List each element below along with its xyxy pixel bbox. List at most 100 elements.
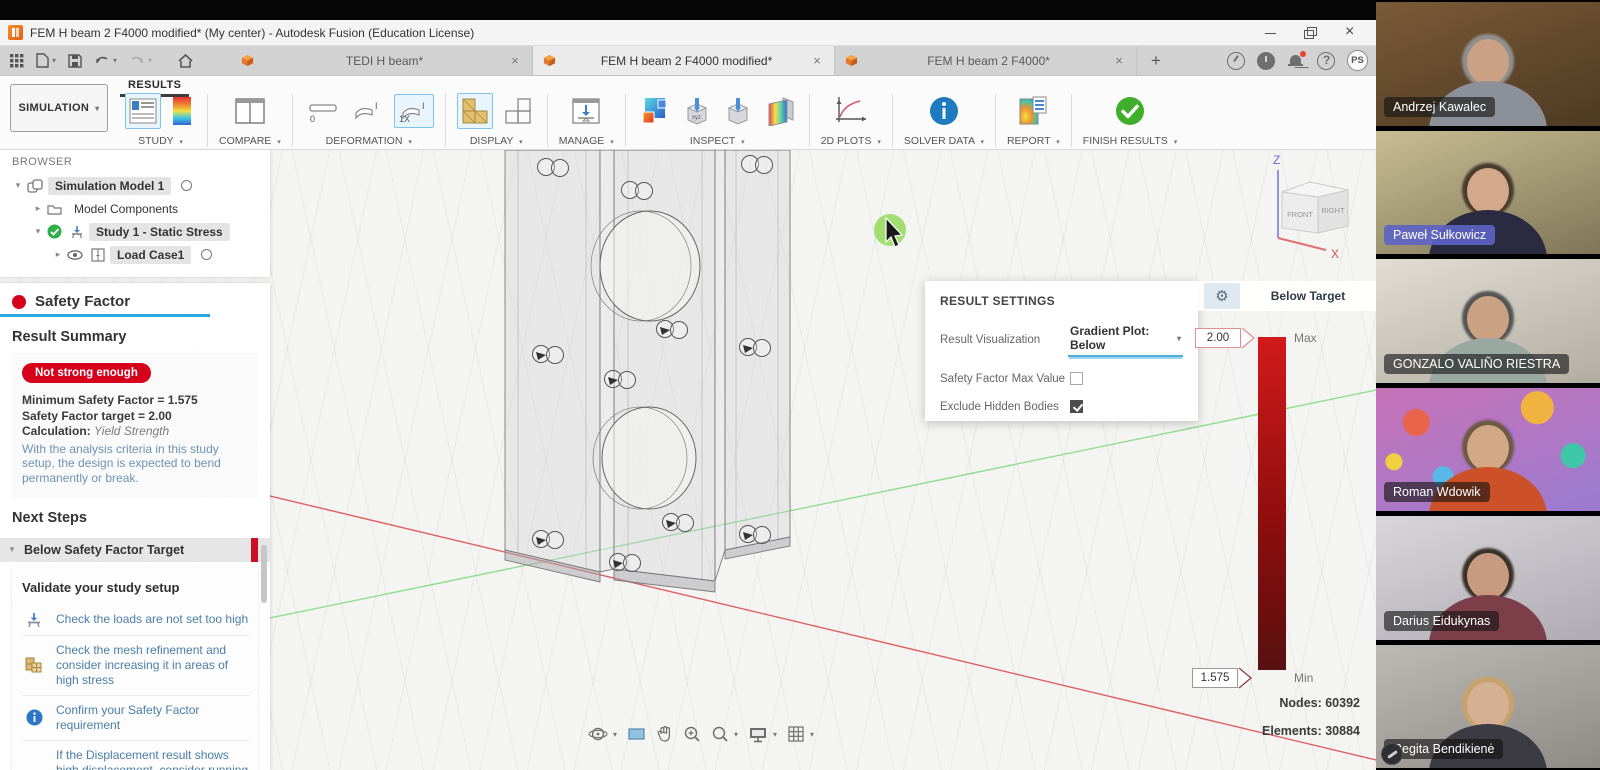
job-status-icon[interactable]	[1227, 52, 1245, 70]
look-at-icon[interactable]	[625, 725, 648, 743]
participant-tile[interactable]: Darius Eidukynas	[1376, 516, 1600, 640]
legend-settings-gear-icon[interactable]	[1204, 283, 1240, 309]
manage-dropdown[interactable]: MANAGE	[559, 135, 614, 147]
suggestion-row[interactable]: Check the mesh refinement and consider i…	[22, 636, 250, 696]
radio-icon[interactable]	[201, 249, 212, 260]
suggestion-text[interactable]: If the Displacement result shows high di…	[56, 748, 250, 770]
save-icon[interactable]	[64, 52, 86, 70]
expand-icon[interactable]	[12, 180, 24, 191]
participant-tile[interactable]: Paweł Sułkowicz	[1376, 131, 1600, 255]
display-mesh-icon[interactable]	[457, 93, 493, 129]
participant-tile[interactable]: Andrzej Kawalec	[1376, 2, 1600, 126]
view-cube[interactable]: Z X FRONT RIGHT	[1273, 153, 1348, 261]
tab-close-icon[interactable]	[1112, 54, 1126, 68]
deformation-undeformed-icon[interactable]: 0	[304, 94, 342, 128]
expand-icon[interactable]	[32, 226, 44, 237]
inspect-legend-icon[interactable]	[637, 93, 673, 129]
tree-item-load-case[interactable]: Load Case1	[52, 243, 270, 266]
grid-icon[interactable]	[785, 724, 816, 744]
restore-button[interactable]	[1304, 27, 1318, 39]
study-report-icon[interactable]	[125, 93, 161, 129]
panel-scrollbar[interactable]	[261, 545, 267, 603]
svg-text:I: I	[375, 101, 378, 111]
tree-item-label: Model Components	[67, 200, 185, 218]
compare-icon[interactable]	[231, 93, 269, 129]
tab-tedi-h-beam[interactable]: TEDI H beam*	[231, 46, 533, 75]
legend-max-tag[interactable]: 2.00	[1195, 328, 1256, 348]
below-target-group-row[interactable]: Below Safety Factor Target	[0, 538, 270, 562]
fusion-window: FEM H beam 2 F4000 modified* (My center)…	[0, 0, 1376, 770]
pan-icon[interactable]	[654, 724, 675, 744]
tab-fem-h-beam[interactable]: FEM H beam 2 F4000*	[835, 46, 1137, 75]
notifications-icon[interactable]	[1287, 52, 1305, 70]
user-avatar[interactable]: PS	[1347, 50, 1368, 71]
tab-close-icon[interactable]	[810, 54, 824, 68]
status-badge: Not strong enough	[22, 363, 151, 383]
expand-icon[interactable]	[52, 249, 64, 260]
validate-card: Validate your study setup Check the load…	[12, 568, 258, 770]
display-settings-icon[interactable]	[746, 725, 779, 744]
result-visualization-dropdown[interactable]: Gradient Plot: Below	[1068, 323, 1183, 357]
navigation-toolbar	[586, 724, 816, 744]
radio-icon[interactable]	[181, 180, 192, 191]
participant-tile[interactable]: GONZALO VALIÑO RIESTRA	[1376, 259, 1600, 383]
zoom-app-icon[interactable]	[1381, 743, 1403, 765]
finish-results-icon[interactable]	[1111, 92, 1149, 130]
fit-icon[interactable]	[709, 724, 740, 744]
suggestion-text[interactable]: Confirm your Safety Factor requirement	[56, 703, 250, 733]
participant-tile[interactable]: Roman Wdowik	[1376, 388, 1600, 512]
tab-close-icon[interactable]	[508, 54, 522, 68]
app-grid-icon[interactable]	[6, 52, 28, 70]
inspect-probe-xyz-icon[interactable]: xyz	[680, 93, 714, 129]
display-quadrant-icon[interactable]	[500, 93, 536, 129]
deformation-actual-icon[interactable]: I	[349, 94, 387, 128]
legend-min-tag[interactable]: 1.575	[1192, 668, 1253, 688]
help-icon[interactable]	[1317, 52, 1335, 70]
suggestion-text[interactable]: Check the mesh refinement and consider i…	[56, 643, 250, 688]
inspect-dropdown[interactable]: INSPECT	[690, 135, 745, 147]
undo-icon[interactable]	[90, 52, 121, 69]
report-dropdown[interactable]: REPORT	[1007, 135, 1060, 147]
inspect-probe-icon[interactable]	[721, 93, 755, 129]
finish-results-dropdown[interactable]: FINISH RESULTS	[1083, 135, 1177, 147]
study-dropdown[interactable]: STUDY	[138, 135, 183, 147]
visibility-eye-icon[interactable]	[67, 250, 83, 260]
workspace-selector[interactable]: SIMULATION	[10, 84, 108, 132]
safety-factor-max-checkbox[interactable]	[1070, 372, 1083, 385]
solver-info-icon[interactable]	[925, 92, 963, 130]
compare-dropdown[interactable]: COMPARE	[219, 135, 281, 147]
tab-fem-h-beam-modified[interactable]: FEM H beam 2 F4000 modified*	[533, 46, 835, 75]
new-tab-button[interactable]	[1137, 46, 1175, 75]
minimize-button[interactable]	[1264, 27, 1278, 39]
history-icon[interactable]	[1257, 52, 1275, 70]
exclude-hidden-bodies-checkbox[interactable]	[1070, 400, 1083, 413]
suggestion-text[interactable]: Check the loads are not set too high	[56, 612, 248, 627]
report-icon[interactable]	[1014, 92, 1052, 130]
study-legend-icon[interactable]	[168, 93, 196, 129]
suggestion-row[interactable]: If the Displacement result shows high di…	[22, 741, 250, 770]
collapse-icon[interactable]	[6, 544, 18, 555]
expand-icon[interactable]	[32, 203, 44, 214]
file-menu-icon[interactable]	[32, 51, 60, 70]
plot-icon[interactable]	[830, 92, 872, 130]
close-button[interactable]	[1344, 27, 1358, 39]
orbit-icon[interactable]	[586, 724, 619, 744]
suggestion-row[interactable]: Check the loads are not set too high	[22, 605, 250, 636]
suggestion-row[interactable]: Confirm your Safety Factor requirement	[22, 696, 250, 741]
plots-dropdown[interactable]: 2D PLOTS	[821, 135, 881, 147]
display-dropdown[interactable]: DISPLAY	[470, 135, 523, 147]
tree-item-study-1[interactable]: Study 1 - Static Stress	[32, 220, 270, 243]
participant-tile[interactable]: Regita Bendikienė	[1376, 645, 1600, 769]
deformation-dropdown[interactable]: DEFORMATION	[326, 135, 412, 147]
tree-item-model-components[interactable]: Model Components	[32, 197, 270, 220]
deformation-scaled-icon[interactable]: I1X	[394, 94, 434, 128]
home-icon[interactable]	[174, 52, 197, 70]
solver-data-dropdown[interactable]: SOLVER DATA	[904, 135, 984, 147]
zoom-icon[interactable]	[681, 724, 703, 744]
h-beam-model	[505, 150, 790, 592]
viewport[interactable]: Z X FRONT RIGHT	[270, 150, 1376, 770]
inspect-slice-icon[interactable]	[762, 93, 798, 129]
manage-icon[interactable]	[567, 93, 605, 129]
tree-item-simulation-model[interactable]: Simulation Model 1	[12, 174, 270, 197]
redo-icon[interactable]	[125, 52, 156, 69]
